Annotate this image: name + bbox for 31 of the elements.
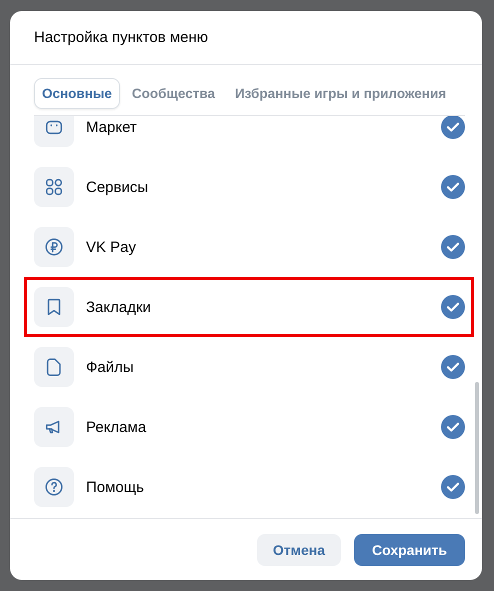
menu-item-label: Закладки (86, 298, 152, 316)
checkmark-icon (446, 422, 460, 432)
checkmark-icon (446, 122, 460, 132)
checkbox[interactable] (441, 175, 465, 199)
help-icon (43, 476, 65, 498)
checkmark-icon (446, 302, 460, 312)
ruble-coin-icon (43, 236, 65, 258)
checkmark-icon (446, 482, 460, 492)
tab[interactable]: Избранные игры и приложения (226, 78, 454, 109)
checkmark-icon (446, 182, 460, 192)
menu-item-label: Реклама (86, 418, 148, 436)
scrollbar[interactable] (475, 382, 479, 514)
menu-item-label: Файлы (86, 358, 135, 376)
checkbox[interactable] (441, 475, 465, 499)
checkmark-icon (446, 362, 460, 372)
checkbox[interactable] (441, 235, 465, 259)
cancel-button[interactable]: Отмена (256, 534, 342, 566)
menu-item-label: Помощь (86, 478, 145, 496)
grid-icon (43, 176, 65, 198)
tab[interactable]: Основные (34, 78, 120, 109)
dialog-title: Настройка пунктов меню (34, 29, 208, 46)
checkbox[interactable] (441, 415, 465, 439)
checkbox[interactable] (441, 355, 465, 379)
tab[interactable]: Сообщества (124, 78, 223, 109)
save-button[interactable]: Сохранить (354, 534, 465, 566)
checkbox[interactable] (441, 295, 465, 319)
menu-item-label: Маркет (86, 118, 138, 136)
menu-item-label: VK Pay (86, 238, 138, 256)
checkbox[interactable] (441, 116, 465, 139)
menu-item-label: Сервисы (86, 178, 150, 196)
checkmark-icon (446, 242, 460, 252)
